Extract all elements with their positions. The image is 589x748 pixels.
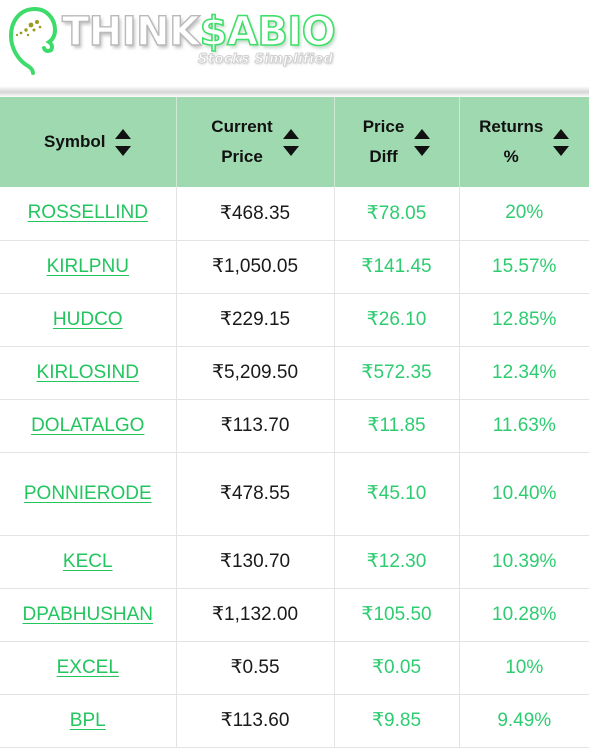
- column-header-returns-label-line1: Returns: [479, 117, 544, 136]
- cell-returns: 10.39%: [459, 535, 589, 589]
- brand-header: THINK$ABIO Stocks Simplified: [0, 0, 589, 86]
- cell-returns: 10%: [459, 641, 589, 695]
- table-row: BPL ₹113.60 ₹9.85 9.49%: [0, 694, 589, 748]
- cell-price-diff: ₹45.10: [334, 452, 460, 536]
- column-header-symbol[interactable]: Symbol: [0, 97, 177, 187]
- wordmark: THINK$ABIO Stocks Simplified: [61, 2, 337, 67]
- cell-symbol: EXCEL: [0, 641, 177, 695]
- symbol-link[interactable]: KIRLPNU: [47, 256, 129, 277]
- table-row: DPABHUSHAN ₹1,132.00 ₹105.50 10.28%: [0, 588, 589, 642]
- cell-price-diff: ₹12.30: [334, 535, 460, 589]
- table-body: ROSSELLIND ₹468.35 ₹78.05 20% KIRLPNU ₹1,050.…: [0, 187, 589, 748]
- cell-current-price: ₹478.55: [176, 452, 335, 536]
- symbol-link[interactable]: ROSSELLIND: [28, 202, 148, 223]
- table-row: DOLATALGO ₹113.70 ₹11.85 11.63%: [0, 399, 589, 453]
- cell-price-diff: ₹26.10: [334, 293, 460, 347]
- cell-current-price: ₹468.35: [176, 187, 335, 241]
- sort-control-price-diff[interactable]: [414, 128, 431, 156]
- sort-descending-icon[interactable]: [115, 145, 132, 156]
- symbol-link[interactable]: DOLATALGO: [31, 415, 144, 436]
- wordmark-sabio: $ABIO: [199, 8, 337, 56]
- cell-price-diff: ₹9.85: [334, 694, 460, 748]
- table-row: ROSSELLIND ₹468.35 ₹78.05 20%: [0, 187, 589, 241]
- symbol-link[interactable]: HUDCO: [53, 309, 123, 330]
- symbol-link[interactable]: DPABHUSHAN: [22, 604, 153, 625]
- sort-control-returns[interactable]: [553, 128, 570, 156]
- cell-current-price: ₹1,050.05: [176, 240, 335, 294]
- sort-descending-icon[interactable]: [553, 145, 570, 156]
- cell-symbol: KIRLOSIND: [0, 346, 177, 400]
- site-logo[interactable]: THINK$ABIO Stocks Simplified: [4, 2, 337, 75]
- cell-symbol: ROSSELLIND: [0, 187, 177, 241]
- column-header-returns-label-line2: %: [503, 147, 519, 166]
- cell-symbol: DOLATALGO: [0, 399, 177, 453]
- symbol-link[interactable]: KIRLOSIND: [37, 362, 139, 383]
- cell-price-diff: ₹105.50: [334, 588, 460, 642]
- cell-returns: 12.34%: [459, 346, 589, 400]
- head-profile-icon: [4, 3, 66, 75]
- cell-current-price: ₹113.60: [176, 694, 335, 748]
- symbol-link[interactable]: BPL: [70, 710, 106, 731]
- sort-ascending-icon[interactable]: [282, 128, 299, 139]
- sort-ascending-icon[interactable]: [414, 128, 431, 139]
- wordmark-think: THINK: [61, 8, 201, 55]
- table-header: Symbol Current Price Price Diff Returns …: [0, 97, 589, 187]
- cell-returns: 11.63%: [459, 399, 589, 453]
- cell-symbol: HUDCO: [0, 293, 177, 347]
- table-row: EXCEL ₹0.55 ₹0.05 10%: [0, 641, 589, 695]
- column-header-returns[interactable]: Returns %: [459, 97, 589, 187]
- cell-price-diff: ₹11.85: [334, 399, 460, 453]
- cell-price-diff: ₹572.35: [334, 346, 460, 400]
- sort-control-current-price[interactable]: [282, 128, 299, 156]
- brand-tagline: Stocks Simplified: [197, 52, 334, 68]
- symbol-link[interactable]: PONNIERODE: [24, 483, 152, 504]
- sort-control-symbol[interactable]: [115, 128, 132, 156]
- cell-returns: 15.57%: [459, 240, 589, 294]
- table-row: KIRLPNU ₹1,050.05 ₹141.45 15.57%: [0, 240, 589, 294]
- header-row: Symbol Current Price Price Diff Returns …: [0, 97, 589, 187]
- cell-returns: 10.40%: [459, 452, 589, 536]
- cell-returns: 20%: [459, 187, 589, 241]
- stocks-table: Symbol Current Price Price Diff Returns …: [0, 97, 589, 748]
- symbol-link[interactable]: KECL: [63, 551, 113, 572]
- column-header-price-diff[interactable]: Price Diff: [334, 97, 460, 187]
- cell-returns: 9.49%: [459, 694, 589, 748]
- cell-current-price: ₹1,132.00: [176, 588, 335, 642]
- cell-current-price: ₹5,209.50: [176, 346, 335, 400]
- sort-descending-icon[interactable]: [282, 145, 299, 156]
- cell-price-diff: ₹141.45: [334, 240, 460, 294]
- cell-price-diff: ₹0.05: [334, 641, 460, 695]
- symbol-link[interactable]: EXCEL: [57, 657, 119, 678]
- cell-price-diff: ₹78.05: [334, 187, 460, 241]
- sort-ascending-icon[interactable]: [115, 128, 132, 139]
- table-row: HUDCO ₹229.15 ₹26.10 12.85%: [0, 293, 589, 347]
- header-divider: [0, 86, 589, 97]
- cell-symbol: KECL: [0, 535, 177, 589]
- cell-returns: 12.85%: [459, 293, 589, 347]
- column-header-current-price[interactable]: Current Price: [176, 97, 335, 187]
- cell-current-price: ₹113.70: [176, 399, 335, 453]
- column-header-price-diff-label-line1: Price: [362, 117, 405, 136]
- sort-ascending-icon[interactable]: [553, 128, 570, 139]
- cell-current-price: ₹229.15: [176, 293, 335, 347]
- cell-symbol: DPABHUSHAN: [0, 588, 177, 642]
- sort-descending-icon[interactable]: [414, 145, 431, 156]
- table-row: KIRLOSIND ₹5,209.50 ₹572.35 12.34%: [0, 346, 589, 400]
- table-row: KECL ₹130.70 ₹12.30 10.39%: [0, 535, 589, 589]
- column-header-price-diff-label-line2: Diff: [369, 147, 398, 166]
- cell-symbol: PONNIERODE: [0, 452, 177, 536]
- cell-returns: 10.28%: [459, 588, 589, 642]
- cell-symbol: BPL: [0, 694, 177, 748]
- cell-symbol: KIRLPNU: [0, 240, 177, 294]
- cell-current-price: ₹0.55: [176, 641, 335, 695]
- column-header-symbol-label: Symbol: [44, 132, 106, 151]
- column-header-current-price-label-line1: Current: [211, 117, 273, 136]
- cell-current-price: ₹130.70: [176, 535, 335, 589]
- table-row: PONNIERODE ₹478.55 ₹45.10 10.40%: [0, 452, 589, 536]
- column-header-current-price-label-line2: Price: [221, 147, 263, 166]
